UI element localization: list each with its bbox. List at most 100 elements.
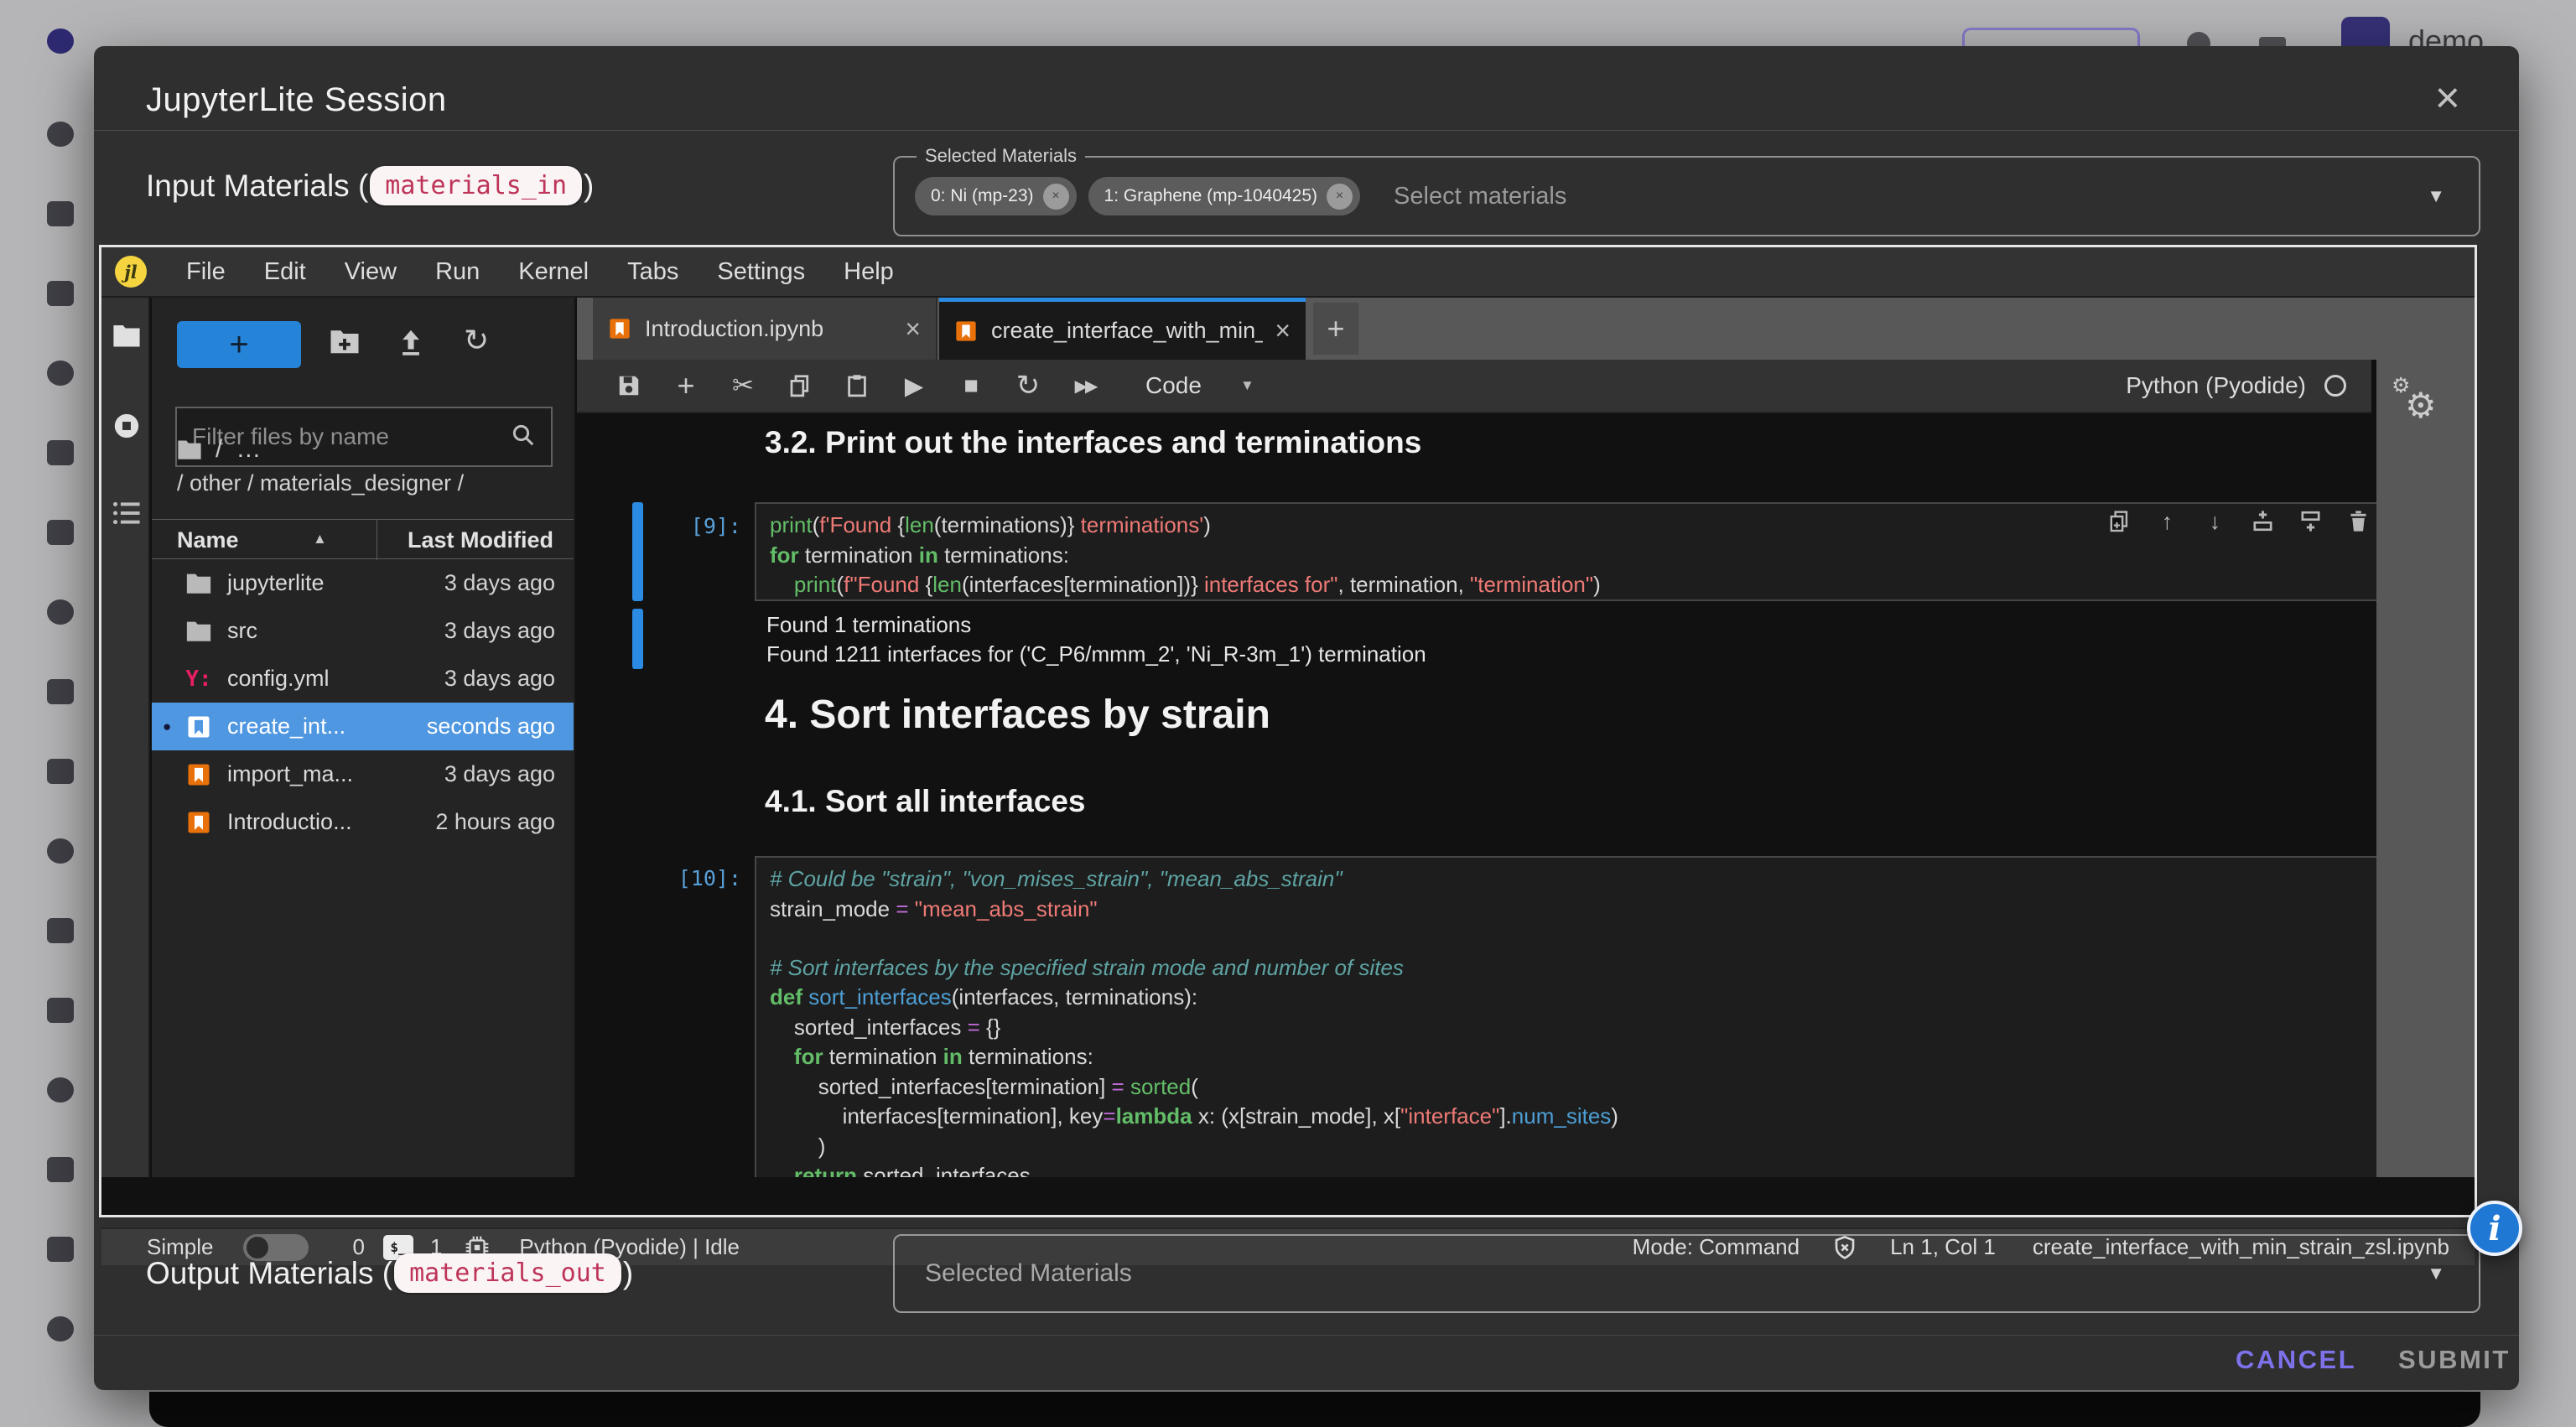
paste-cells-icon[interactable]	[839, 373, 875, 398]
jupyterlite-session-dialog: JupyterLite Session × Input Materials (m…	[94, 46, 2519, 1390]
select-materials-placeholder: Select materials	[1394, 183, 1566, 210]
footer-divider	[94, 1335, 2519, 1336]
menu-file[interactable]: File	[167, 258, 245, 285]
tab-label[interactable]: Introduction.ipynb	[645, 316, 893, 342]
notebook-icon	[185, 761, 212, 788]
selected-materials-legend: Selected Materials	[917, 145, 1085, 167]
menu-help[interactable]: Help	[824, 258, 913, 285]
move-cell-up-icon[interactable]: ↑	[2154, 509, 2180, 535]
background-sidebar-icon	[47, 361, 74, 386]
insert-cell-icon[interactable]: +	[667, 368, 704, 403]
copy-cells-icon[interactable]	[782, 373, 818, 398]
background-sidebar-icon	[47, 201, 74, 226]
folder-icon	[185, 570, 212, 597]
restart-kernel-icon[interactable]: ↻	[1010, 369, 1046, 402]
background-sidebar-icon	[47, 440, 74, 465]
kernel-picker[interactable]: Python (Pyodide)	[2126, 372, 2346, 399]
selected-materials-chips: 0: Ni (mp-23)× 1: Graphene (mp-1040425)×	[915, 177, 1372, 215]
new-launcher-button[interactable]: +	[177, 321, 301, 368]
output-materials-select[interactable]: Selected Materials ▼	[893, 1234, 2480, 1313]
stop-kernel-icon[interactable]: ■	[953, 372, 989, 400]
tab-label[interactable]: create_interface_with_min_	[991, 318, 1263, 344]
background-sidebar	[37, 17, 87, 1409]
file-modified: 3 days ago	[444, 570, 555, 596]
move-cell-down-icon[interactable]: ↓	[2202, 509, 2228, 535]
input-materials-select[interactable]: Selected Materials 0: Ni (mp-23)×1: Grap…	[893, 156, 2480, 236]
run-cell-icon[interactable]: ▶	[896, 371, 932, 401]
breadcrumb-path[interactable]: / other / materials_designer /	[177, 470, 464, 496]
input-materials-label: Input Materials (materials_in)	[146, 166, 594, 205]
cancel-button[interactable]: CANCEL	[2231, 1344, 2361, 1376]
menu-view[interactable]: View	[325, 258, 416, 285]
save-icon[interactable]	[610, 373, 647, 398]
kernel-name: Python (Pyodide)	[2126, 372, 2306, 399]
upload-icon[interactable]	[397, 328, 425, 361]
file-row[interactable]: Y:config.yml3 days ago	[152, 655, 574, 703]
background-sidebar-icon	[47, 838, 74, 864]
refresh-icon[interactable]: ↻	[464, 323, 489, 358]
info-fab-button[interactable]: i	[2467, 1201, 2522, 1256]
material-chip[interactable]: 1: Graphene (mp-1040425)×	[1088, 177, 1361, 215]
table-of-contents-icon[interactable]	[112, 501, 141, 530]
gear-icon: ⚙	[2405, 385, 2437, 426]
cell-type-dropdown[interactable]: Code ▼	[1145, 372, 1254, 399]
output-materials-label: Output Materials (materials_out)	[146, 1253, 633, 1293]
cell-type-value: Code	[1145, 372, 1202, 399]
tab-close-icon[interactable]: ×	[1275, 315, 1291, 346]
tab-introduction[interactable]: Introduction.ipynb ×	[593, 298, 937, 360]
submit-button[interactable]: SUBMIT	[2393, 1344, 2516, 1376]
material-chip[interactable]: 0: Ni (mp-23)×	[915, 177, 1077, 215]
menu-kernel[interactable]: Kernel	[499, 258, 608, 285]
tab-close-icon[interactable]: ×	[905, 314, 921, 345]
file-browser-icon[interactable]	[112, 323, 141, 352]
column-name[interactable]: Name	[177, 527, 239, 553]
output-materials-prefix: Output Materials (	[146, 1256, 392, 1291]
menu-settings[interactable]: Settings	[698, 258, 824, 285]
breadcrumb-root[interactable]: /	[216, 435, 222, 464]
file-name: Introductio...	[227, 809, 352, 835]
input-materials-prefix: Input Materials (	[146, 169, 368, 204]
right-sidebar: ⚙ ⚙	[2376, 360, 2475, 1177]
running-kernels-icon[interactable]	[112, 412, 141, 444]
menu-run[interactable]: Run	[416, 258, 499, 285]
file-row[interactable]: jupyterlite3 days ago	[152, 559, 574, 607]
column-last-modified[interactable]: Last Modified	[408, 527, 553, 553]
menu-edit[interactable]: Edit	[245, 258, 325, 285]
menu-tabs[interactable]: Tabs	[608, 258, 698, 285]
breadcrumb-ellipsis[interactable]: …	[236, 435, 261, 464]
chip-remove-icon[interactable]: ×	[1327, 184, 1353, 210]
duplicate-cell-icon[interactable]	[2106, 509, 2132, 535]
new-folder-icon[interactable]	[330, 328, 360, 359]
new-tab-button[interactable]: +	[1313, 303, 1358, 355]
notebook-content[interactable]: 3.2. Print out the interfaces and termin…	[577, 413, 2376, 1177]
background-sidebar-icon	[47, 1237, 74, 1262]
tab-create-interface[interactable]: create_interface_with_min_ ×	[939, 298, 1306, 360]
sort-ascending-icon[interactable]: ▲	[313, 531, 327, 547]
jupyterlab-window: jl FileEditViewRunKernelTabsSettingsHelp…	[99, 245, 2477, 1217]
search-icon	[511, 423, 536, 452]
file-row[interactable]: Introductio...2 hours ago	[152, 798, 574, 846]
chevron-down-icon[interactable]: ▼	[2427, 185, 2445, 207]
file-row[interactable]: import_ma...3 days ago	[152, 750, 574, 798]
materials-in-chip: materials_in	[370, 166, 582, 205]
folder-icon	[185, 618, 212, 645]
activity-bar	[101, 298, 150, 1177]
chevron-down-icon[interactable]: ▼	[2427, 1263, 2445, 1284]
background-sidebar-icon	[47, 759, 74, 784]
file-row[interactable]: src3 days ago	[152, 607, 574, 655]
code-line: print(f"Found {len(interfaces[terminatio…	[770, 570, 2376, 600]
chip-remove-icon[interactable]: ×	[1043, 184, 1069, 210]
insert-cell-below-icon[interactable]	[2298, 509, 2324, 535]
code-line: for termination in terminations:	[770, 1042, 2376, 1072]
insert-cell-above-icon[interactable]	[2250, 509, 2276, 535]
file-list: jupyterlite3 days agosrc3 days agoY:conf…	[152, 559, 574, 846]
code-line: sorted_interfaces = {}	[770, 1013, 2376, 1043]
restart-run-all-icon[interactable]: ▶▶	[1067, 376, 1104, 397]
delete-cell-icon[interactable]	[2345, 509, 2371, 535]
breadcrumb[interactable]: / …	[177, 435, 261, 464]
cut-cells-icon[interactable]: ✂	[724, 371, 761, 401]
code-line: def sort_interfaces(interfaces, terminat…	[770, 983, 2376, 1013]
file-row[interactable]: ●create_int...seconds ago	[152, 703, 574, 750]
cell10-code-editor[interactable]: # Could be "strain", "von_mises_strain",…	[755, 856, 2376, 1177]
close-icon[interactable]: ×	[2435, 76, 2460, 120]
